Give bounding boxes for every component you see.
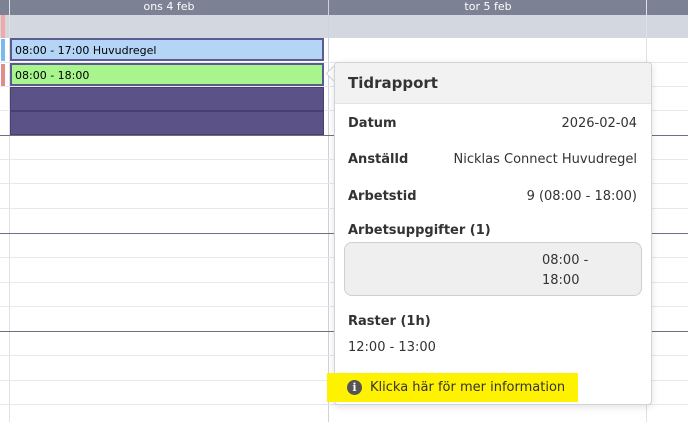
popover-header: Tidrapport xyxy=(335,63,651,104)
arbetstid-label: Arbetstid xyxy=(348,189,417,204)
datum-value: 2026-02-04 xyxy=(561,116,637,131)
arbetsuppgifter-label: Arbetsuppgifter (1) xyxy=(348,223,491,238)
event-block[interactable] xyxy=(10,111,324,135)
all-day-row xyxy=(0,15,688,38)
event-tidrapport[interactable]: 08:00 - 18:00 xyxy=(10,63,324,86)
raster-label: Raster (1h) xyxy=(348,314,431,329)
task-item[interactable]: 08:00 - 18:00 xyxy=(344,242,642,296)
info-icon: i xyxy=(347,380,362,395)
arbetstid-value: 9 (08:00 - 18:00) xyxy=(526,189,637,204)
event-block[interactable] xyxy=(10,87,324,111)
anstalld-value: Nicklas Connect Huvudregel xyxy=(453,152,638,167)
task-time-start: 08:00 - xyxy=(542,253,589,268)
day-header-thu[interactable]: tor 5 feb xyxy=(329,0,647,15)
row-marker xyxy=(1,39,5,61)
day-header-wed[interactable]: ons 4 feb xyxy=(10,0,328,15)
anstalld-row: Anställd Nicklas Connect Huvudregel xyxy=(348,152,637,167)
tidrapport-popover: Tidrapport Datum 2026-02-04 Anställd Nic… xyxy=(334,62,652,405)
task-time: 08:00 - 18:00 xyxy=(542,251,592,291)
event-huvudregel[interactable]: 08:00 - 17:00 Huvudregel xyxy=(10,38,324,61)
raster-value-row: 12:00 - 13:00 xyxy=(348,340,637,355)
arbetsuppgifter-heading: Arbetsuppgifter (1) xyxy=(348,223,637,238)
task-time-end: 18:00 xyxy=(542,273,580,288)
anstalld-label: Anställd xyxy=(348,152,409,167)
column-separator xyxy=(328,0,329,422)
more-info-text: Klicka här för mer information xyxy=(370,380,566,395)
more-info-link[interactable]: i Klicka här för mer information xyxy=(327,373,578,402)
row-marker xyxy=(1,15,5,38)
datum-label: Datum xyxy=(348,116,397,131)
raster-value: 12:00 - 13:00 xyxy=(348,340,436,355)
raster-heading: Raster (1h) xyxy=(348,314,637,329)
arbetstid-row: Arbetstid 9 (08:00 - 18:00) xyxy=(348,189,637,204)
popover-title: Tidrapport xyxy=(348,74,438,92)
row-marker xyxy=(1,64,5,86)
datum-row: Datum 2026-02-04 xyxy=(348,116,637,131)
